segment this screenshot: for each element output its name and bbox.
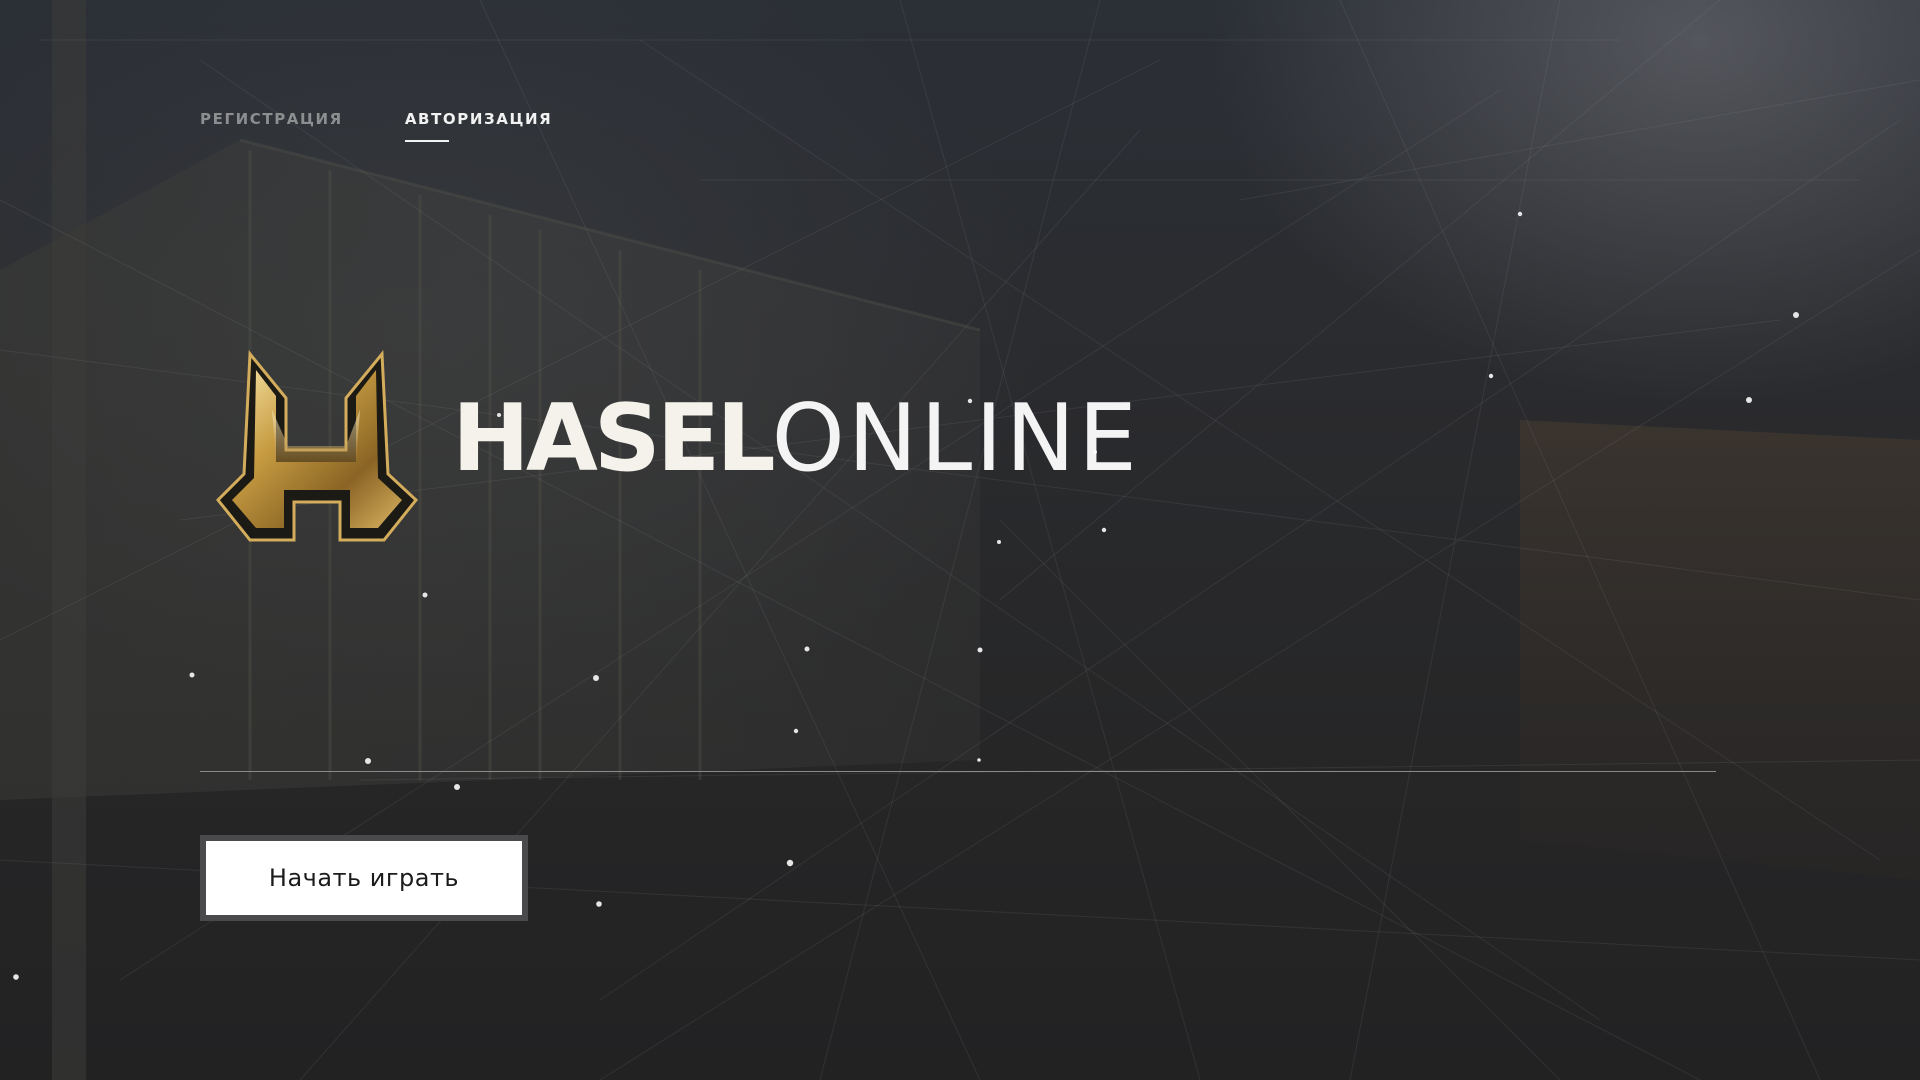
brand-name-bold: HASEL <box>452 384 776 492</box>
login-screen: РЕГИСТРАЦИЯ АВТОРИЗАЦИЯ HASEL ONLINE Нач… <box>0 0 1920 1080</box>
start-playing-label: Начать играть <box>268 864 460 892</box>
brand-name-light: ONLINE <box>771 384 1140 492</box>
tab-registration[interactable]: РЕГИСТРАЦИЯ <box>200 110 343 142</box>
tab-registration-label: РЕГИСТРАЦИЯ <box>200 110 343 128</box>
tab-authorization-label: АВТОРИЗАЦИЯ <box>404 110 553 128</box>
divider-line <box>200 771 1716 772</box>
hasel-h-emblem-icon <box>215 350 419 542</box>
active-tab-indicator <box>404 140 449 142</box>
tab-authorization[interactable]: АВТОРИЗАЦИЯ <box>404 110 553 142</box>
start-playing-button[interactable]: Начать играть <box>200 835 528 921</box>
brand-wordmark: HASEL ONLINE <box>452 392 1140 485</box>
auth-tabs: РЕГИСТРАЦИЯ АВТОРИЗАЦИЯ <box>200 110 552 142</box>
